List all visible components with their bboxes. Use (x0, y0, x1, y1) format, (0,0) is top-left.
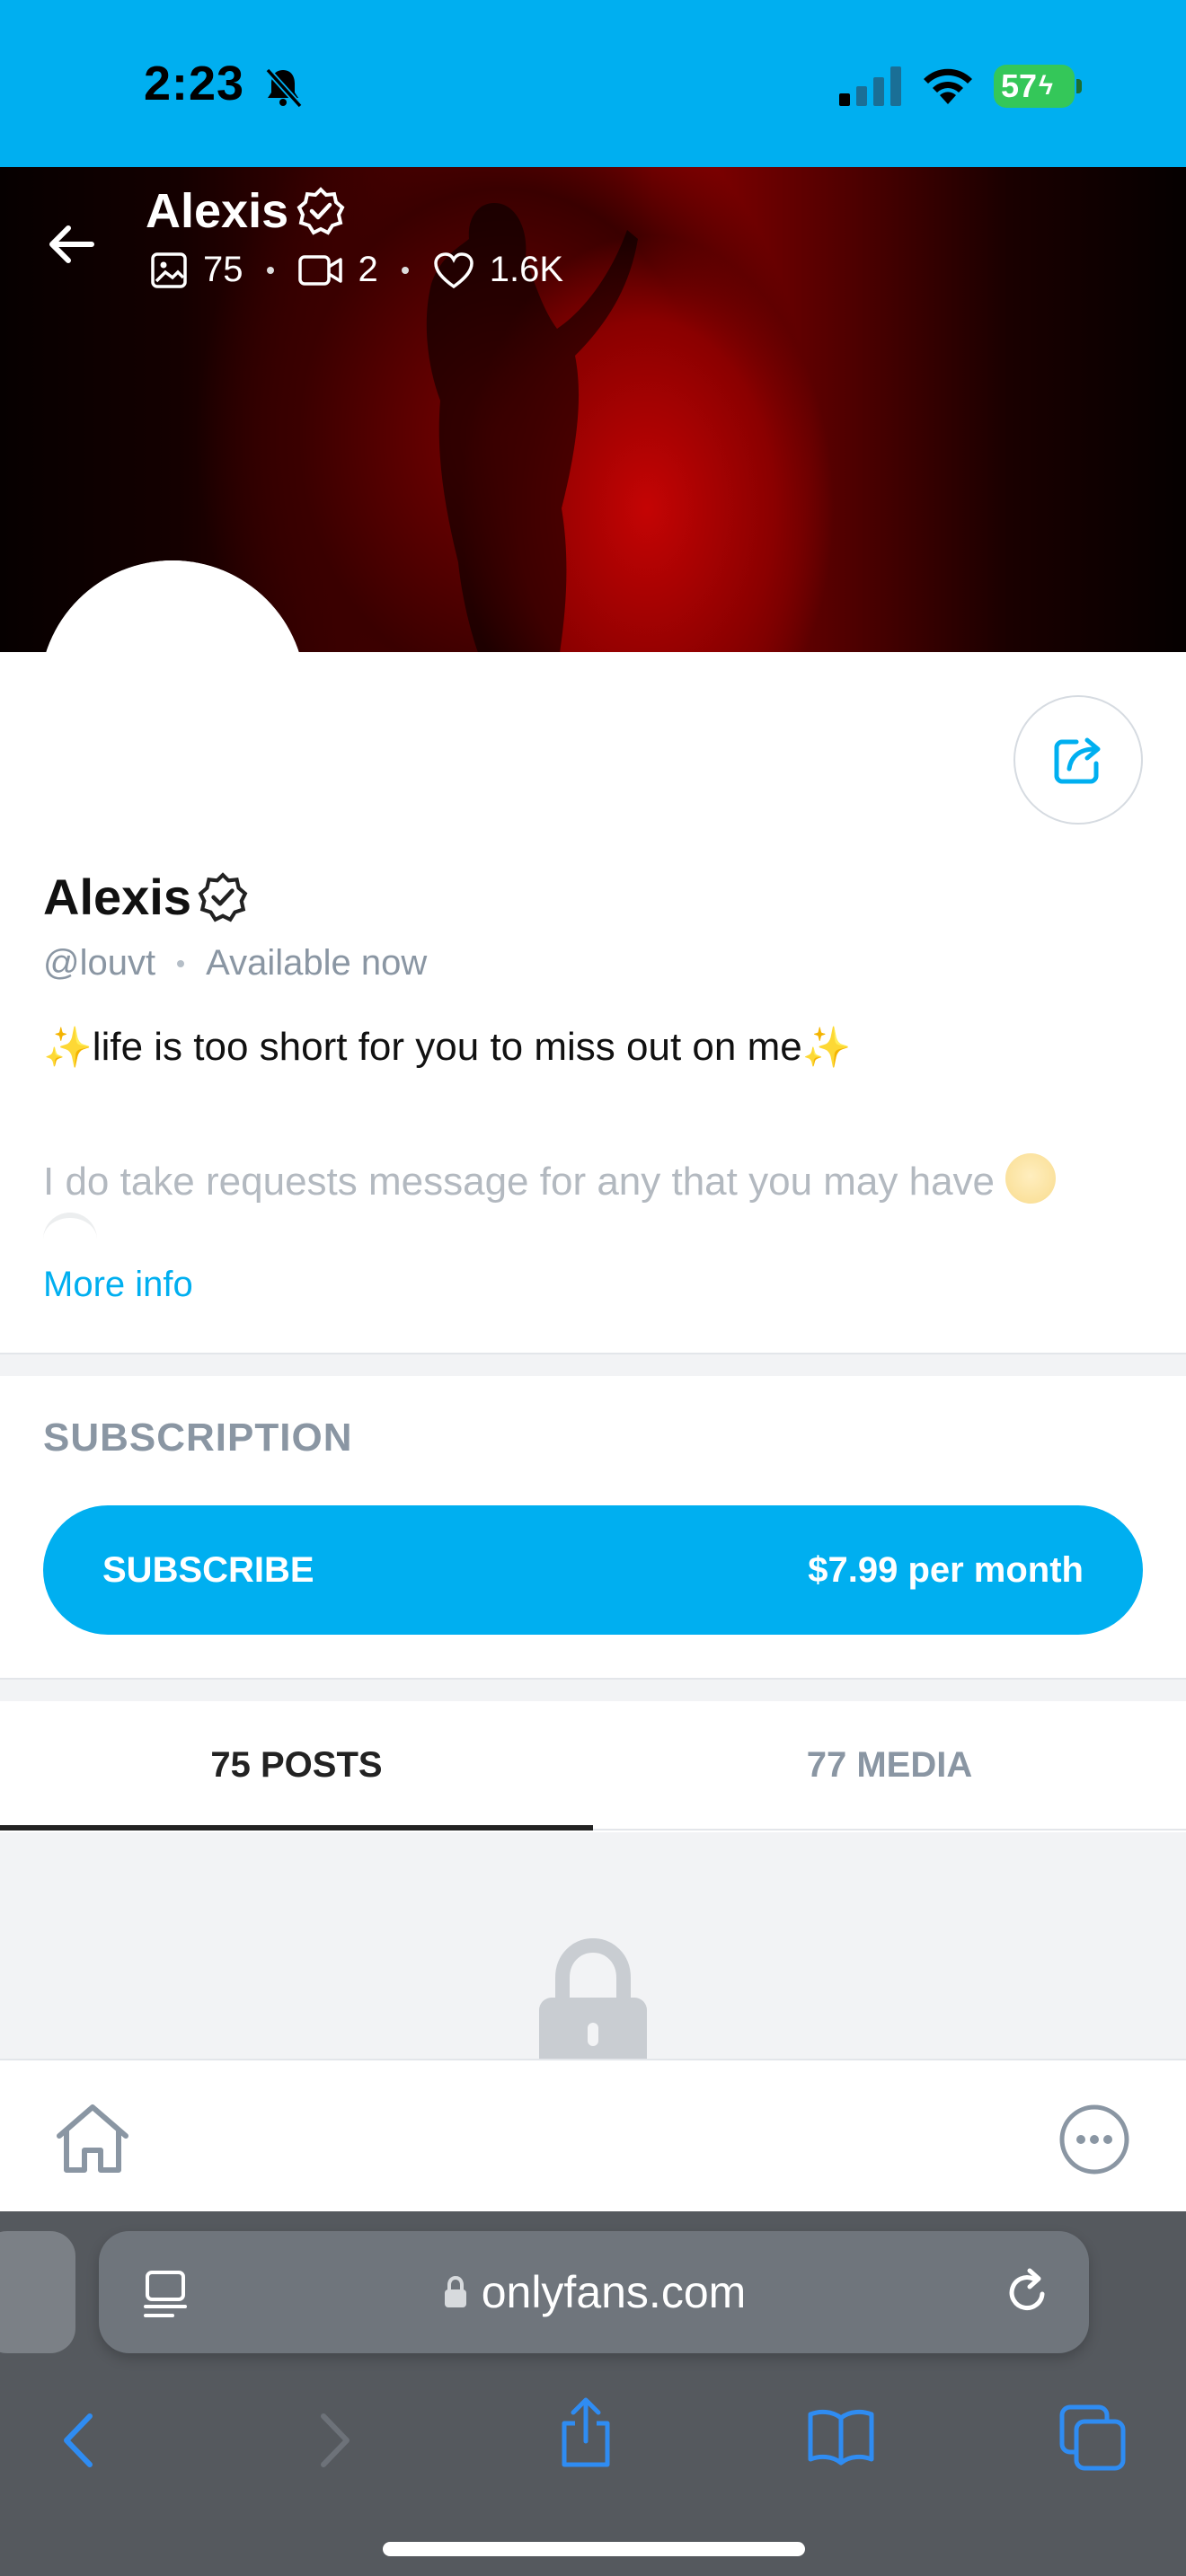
tab-media[interactable]: 77 MEDIA (593, 1701, 1186, 1829)
bio-line-2: I do take requests message for any that … (43, 1153, 1157, 1204)
previous-tab-preview[interactable] (0, 2231, 75, 2353)
section-divider (0, 1353, 1186, 1376)
verified-icon (198, 871, 248, 922)
browser-chrome: onlyfans.com (0, 2211, 1186, 2576)
bio-line-2-text: I do take requests message for any that … (43, 1160, 996, 1204)
share-sheet-icon[interactable] (555, 2396, 616, 2470)
tabs-icon[interactable] (1058, 2404, 1127, 2472)
availability-status: Available now (206, 943, 428, 983)
lock-icon (539, 1937, 647, 2060)
content-tabs: 75 POSTS 77 MEDIA (0, 1701, 1186, 1831)
subscribe-label: SUBSCRIBE (102, 1549, 314, 1590)
more-info-link[interactable]: More info (43, 1265, 193, 1305)
back-arrow-icon[interactable] (45, 217, 99, 271)
status-time: 2:23 (144, 57, 245, 110)
header-name: Alexis (146, 184, 289, 238)
forward-icon[interactable] (313, 2411, 358, 2470)
profile-handle[interactable]: @louvt (43, 943, 155, 984)
header-stats: 75 2 1.6K (149, 250, 563, 290)
bell-slash-icon (265, 67, 303, 109)
header-title: Alexis (146, 183, 346, 239)
photo-count: 75 (203, 250, 243, 289)
subscribe-price: $7.99 per month (808, 1549, 1084, 1590)
battery-icon: 57 ϟ (994, 65, 1082, 108)
padlock-icon (444, 2275, 466, 2307)
locked-feed (0, 1832, 1186, 2060)
smiling-hearts-emoji-icon (1005, 1153, 1057, 1204)
app-bottom-nav (0, 2059, 1186, 2211)
bookmarks-icon[interactable] (805, 2407, 877, 2466)
home-icon[interactable] (52, 2100, 133, 2177)
url-domain: onlyfans.com (442, 2266, 747, 2318)
profile-name: Alexis (43, 868, 249, 926)
home-indicator (383, 2542, 805, 2556)
reload-icon[interactable] (1003, 2267, 1053, 2317)
profile-name-text: Alexis (43, 869, 191, 925)
more-icon[interactable] (1057, 2102, 1132, 2177)
bio-line-1: ✨ life is too short for you to miss out … (43, 1024, 852, 1071)
signal-icon (839, 66, 901, 106)
share-icon (1054, 737, 1101, 784)
like-count: 1.6K (489, 250, 564, 289)
share-profile-button[interactable] (1013, 695, 1143, 825)
reader-icon[interactable] (142, 2269, 189, 2319)
address-bar[interactable]: onlyfans.com (99, 2231, 1089, 2353)
profile-meta: @louvt Available now (43, 943, 427, 984)
heart-icon (433, 251, 474, 288)
wifi-icon (924, 68, 972, 104)
status-bar: 2:23 57 ϟ (0, 0, 1186, 167)
subscription-title: SUBSCRIPTION (43, 1416, 353, 1460)
bio-fade (43, 1213, 97, 1239)
verified-icon (296, 187, 345, 235)
online-status-indicator (40, 560, 305, 826)
sparkles-icon: ✨ (801, 1026, 852, 1070)
url-domain-text: onlyfans.com (481, 2267, 747, 2317)
image-icon (151, 251, 187, 288)
bio-line-1-text: life is too short for you to miss out on… (92, 1025, 802, 1069)
sparkles-icon: ✨ (43, 1026, 93, 1070)
back-icon[interactable] (56, 2411, 101, 2470)
subscribe-button[interactable]: SUBSCRIBE $7.99 per month (43, 1505, 1143, 1635)
video-count: 2 (358, 250, 378, 289)
tab-posts[interactable]: 75 POSTS (0, 1701, 593, 1831)
section-divider (0, 1678, 1186, 1701)
video-icon (297, 254, 342, 286)
browser-toolbar (0, 2387, 1186, 2495)
battery-level: 57 (1001, 67, 1038, 104)
